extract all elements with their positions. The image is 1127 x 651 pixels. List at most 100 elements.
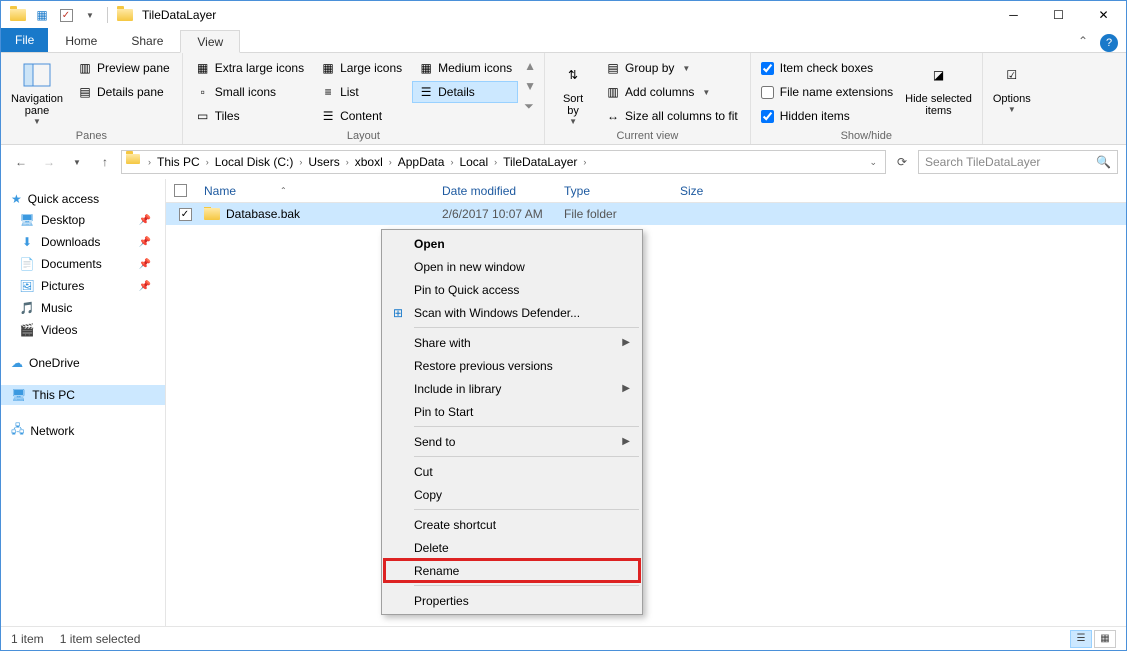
cm-send-to[interactable]: Send to▶	[384, 430, 640, 453]
hidden-items-checkbox[interactable]: Hidden items	[757, 105, 897, 127]
hide-selected-button[interactable]: ◪ Hide selected items	[901, 57, 976, 119]
details-pane-button[interactable]: ▤Details pane	[71, 81, 176, 103]
cm-copy[interactable]: Copy	[384, 483, 640, 506]
nav-music[interactable]: 🎵Music	[1, 297, 165, 319]
cm-cut[interactable]: Cut	[384, 460, 640, 483]
separator	[414, 456, 639, 457]
folder-icon	[204, 208, 220, 220]
maximize-button[interactable]: ☐	[1036, 1, 1081, 29]
extra-large-icons-button[interactable]: ▦Extra large icons	[189, 57, 310, 79]
medium-icons-button[interactable]: ▦Medium icons	[412, 57, 518, 79]
list-icon: ≡	[320, 84, 336, 100]
cm-create-shortcut[interactable]: Create shortcut	[384, 513, 640, 536]
column-date[interactable]: Date modified	[434, 184, 556, 198]
new-folder-icon[interactable]: ✓	[55, 4, 77, 26]
nav-this-pc[interactable]: 🖥This PC	[1, 385, 165, 405]
qat-dropdown-icon[interactable]: ▼	[79, 4, 101, 26]
breadcrumb[interactable]: › This PC › Local Disk (C:) › Users › xb…	[121, 150, 886, 174]
item-check-boxes-checkbox[interactable]: Item check boxes	[757, 57, 897, 79]
large-icons-button[interactable]: ▦Large icons	[314, 57, 408, 79]
select-all-checkbox[interactable]	[174, 184, 187, 197]
layout-expand-icon[interactable]: ⏷	[524, 99, 536, 114]
nav-pictures[interactable]: 🖼Pictures📌	[1, 275, 165, 297]
cm-pin-start[interactable]: Pin to Start	[384, 400, 640, 423]
preview-pane-button[interactable]: ▥Preview pane	[71, 57, 176, 79]
properties-icon[interactable]: ▦	[31, 4, 53, 26]
nav-documents[interactable]: 📄Documents📌	[1, 253, 165, 275]
collapse-ribbon-icon[interactable]: ⌃	[1070, 30, 1096, 52]
selection-count: 1 item selected	[60, 632, 141, 646]
cm-include-library[interactable]: Include in library▶	[384, 377, 640, 400]
breadcrumb-item[interactable]: xboxl	[353, 155, 385, 169]
chevron-right-icon[interactable]: ›	[344, 157, 351, 167]
tiles-button[interactable]: ▭Tiles	[189, 105, 310, 127]
ribbon-group-panes: Navigation pane ▼ ▥Preview pane ▤Details…	[1, 53, 183, 144]
tab-view[interactable]: View	[180, 30, 240, 53]
cm-rename[interactable]: Rename	[384, 559, 640, 582]
options-button[interactable]: ☑ Options ▼	[989, 57, 1035, 116]
breadcrumb-item[interactable]: AppData	[396, 155, 447, 169]
nav-desktop[interactable]: 🖥Desktop📌	[1, 209, 165, 231]
pin-icon: 📌	[139, 281, 151, 292]
add-columns-button[interactable]: ▥Add columns▼	[599, 81, 744, 103]
file-extensions-checkbox[interactable]: File name extensions	[757, 81, 897, 103]
tab-file[interactable]: File	[1, 28, 48, 52]
small-icons-button[interactable]: ▫Small icons	[189, 81, 310, 103]
column-size[interactable]: Size	[672, 184, 752, 198]
chevron-right-icon[interactable]: ›	[492, 157, 499, 167]
column-type[interactable]: Type	[556, 184, 672, 198]
close-button[interactable]: ✕	[1081, 1, 1126, 29]
layout-scroll-up-icon[interactable]: ▲	[524, 59, 536, 73]
cm-pin-quick-access[interactable]: Pin to Quick access	[384, 278, 640, 301]
chevron-right-icon[interactable]: ›	[387, 157, 394, 167]
breadcrumb-item[interactable]: TileDataLayer	[501, 155, 579, 169]
chevron-right-icon[interactable]: ›	[297, 157, 304, 167]
group-by-button[interactable]: ▤Group by▼	[599, 57, 744, 79]
minimize-button[interactable]: ─	[991, 1, 1036, 29]
search-input[interactable]: Search TileDataLayer 🔍	[918, 150, 1118, 174]
nav-onedrive[interactable]: ☁OneDrive	[1, 353, 165, 373]
details-view-button[interactable]: ☰	[1070, 630, 1092, 648]
back-button[interactable]: ←	[9, 150, 33, 174]
nav-quick-access[interactable]: ★Quick access	[1, 189, 165, 209]
tab-home[interactable]: Home	[48, 29, 114, 52]
recent-locations-button[interactable]: ▼	[65, 150, 89, 174]
file-name: Database.bak	[226, 207, 300, 221]
chevron-right-icon[interactable]: ›	[204, 157, 211, 167]
cm-scan-defender[interactable]: ⊞Scan with Windows Defender...	[384, 301, 640, 324]
breadcrumb-item[interactable]: Local Disk (C:)	[213, 155, 296, 169]
cm-share-with[interactable]: Share with▶	[384, 331, 640, 354]
sort-by-button[interactable]: ⇅ Sort by ▼	[551, 57, 595, 128]
cm-open-new-window[interactable]: Open in new window	[384, 255, 640, 278]
row-checkbox[interactable]: ✓	[179, 208, 192, 221]
up-button[interactable]: ↑	[93, 150, 117, 174]
nav-network[interactable]: 🖧Network	[1, 417, 165, 444]
nav-downloads[interactable]: ⬇Downloads📌	[1, 231, 165, 253]
chevron-right-icon[interactable]: ›	[448, 157, 455, 167]
breadcrumb-dropdown-icon[interactable]: ⌄	[865, 157, 881, 168]
size-columns-button[interactable]: ↔Size all columns to fit	[599, 105, 744, 127]
cm-restore-versions[interactable]: Restore previous versions	[384, 354, 640, 377]
layout-scroll-down-icon[interactable]: ▼	[524, 79, 536, 93]
chevron-right-icon[interactable]: ›	[146, 157, 153, 167]
cm-properties[interactable]: Properties	[384, 589, 640, 612]
breadcrumb-item[interactable]: Local	[457, 155, 490, 169]
cm-open[interactable]: Open	[384, 232, 640, 255]
help-icon[interactable]: ?	[1100, 34, 1118, 52]
picture-icon: 🖼	[19, 278, 35, 294]
cm-delete[interactable]: Delete	[384, 536, 640, 559]
breadcrumb-item[interactable]: Users	[306, 155, 341, 169]
large-icons-view-button[interactable]: ▦	[1094, 630, 1116, 648]
breadcrumb-item[interactable]: This PC	[155, 155, 202, 169]
nav-videos[interactable]: 🎬Videos	[1, 319, 165, 341]
list-button[interactable]: ≡List	[314, 81, 408, 103]
column-name[interactable]: Name⌃	[196, 184, 434, 198]
file-row[interactable]: ✓ Database.bak 2/6/2017 10:07 AM File fo…	[166, 203, 1126, 225]
navigation-pane-button[interactable]: Navigation pane ▼	[7, 57, 67, 128]
refresh-button[interactable]: ⟳	[890, 150, 914, 174]
content-button[interactable]: ☰Content	[314, 105, 408, 127]
chevron-right-icon[interactable]: ›	[581, 157, 588, 167]
details-button[interactable]: ☰Details	[412, 81, 518, 103]
tab-share[interactable]: Share	[114, 29, 180, 52]
forward-button[interactable]: →	[37, 150, 61, 174]
